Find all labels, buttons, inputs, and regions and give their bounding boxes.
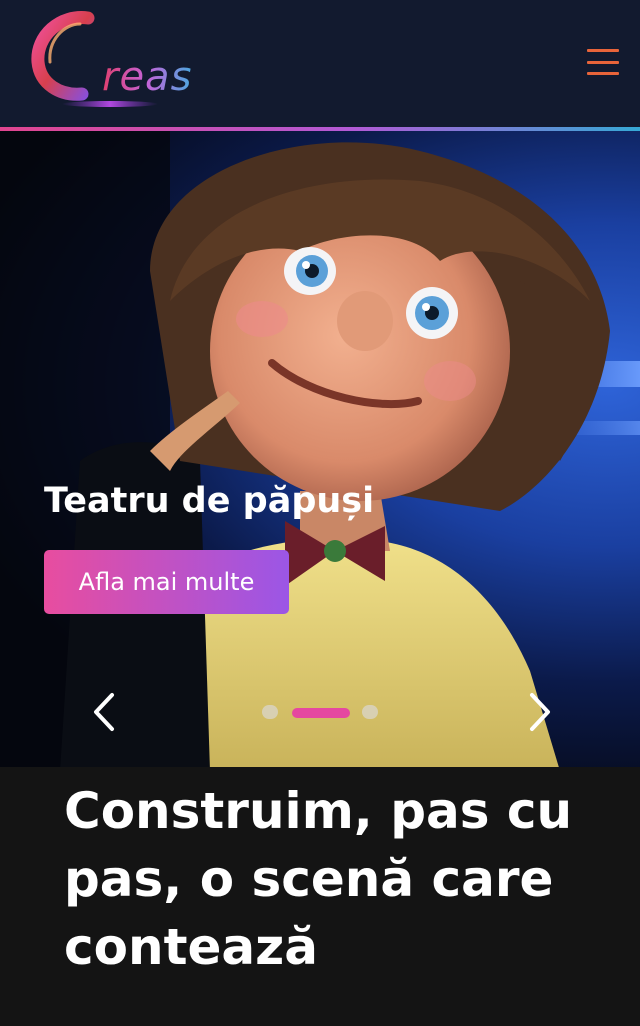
logo-wordmark: reas — [102, 54, 193, 100]
site-header: reas — [0, 0, 640, 128]
slider-dot-1[interactable] — [262, 705, 278, 719]
chevron-right-icon — [530, 693, 550, 731]
slide-title: Teatru de păpuși — [44, 481, 375, 521]
section-headline: Construim, pas cu pas, o scenă care cont… — [64, 782, 573, 976]
intro-section: Construim, pas cu pas, o scenă care cont… — [0, 767, 640, 1026]
slider-next-button[interactable] — [520, 689, 560, 735]
slider-dot-2-active[interactable] — [292, 708, 350, 718]
creas-logo[interactable]: reas — [30, 10, 191, 110]
hero-puppet-image — [0, 131, 640, 767]
learn-more-button[interactable]: Afla mai multe — [44, 550, 289, 614]
hamburger-icon — [587, 49, 619, 52]
slider-dot-3[interactable] — [362, 705, 378, 719]
slider-prev-button[interactable] — [84, 689, 124, 735]
chevron-left-icon — [94, 693, 114, 731]
hamburger-menu-button[interactable] — [580, 44, 626, 80]
hero-slider: Teatru de păpuși Afla mai multe — [0, 131, 640, 767]
